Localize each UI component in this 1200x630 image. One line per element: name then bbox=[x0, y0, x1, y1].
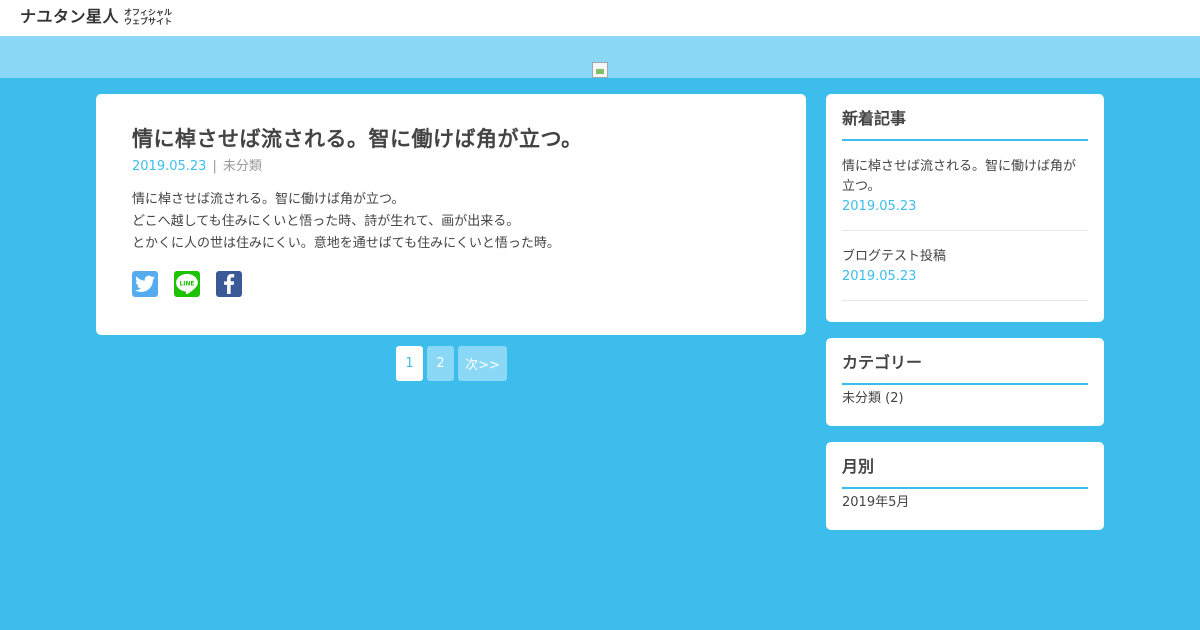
line-share-button[interactable]: LINE bbox=[174, 271, 200, 297]
categories-widget: カテゴリー 未分類 (2) bbox=[826, 338, 1104, 426]
categories-title: カテゴリー bbox=[842, 352, 1088, 385]
facebook-icon bbox=[224, 274, 235, 294]
post-meta: 2019.05.23 | 未分類 bbox=[132, 158, 770, 176]
post-line: 情に棹させば流される。智に働けば角が立つ。 bbox=[132, 192, 405, 207]
recent-post-title[interactable]: 情に棹させば流される。智に働けば角が立つ。 bbox=[842, 157, 1088, 197]
post-category-link[interactable]: 未分類 bbox=[223, 159, 262, 174]
meta-separator: | bbox=[212, 159, 217, 174]
logo-sub-line-1: オフィシャル bbox=[124, 8, 172, 17]
post-card: 情に棹させば流される。智に働けば角が立つ。 2019.05.23 | 未分類 情に棹… bbox=[96, 94, 806, 335]
next-page-button[interactable]: 次>> bbox=[458, 346, 507, 381]
monthly-archive-widget: 月別 2019年5月 bbox=[826, 442, 1104, 530]
recent-post-date: 2019.05.23 bbox=[842, 199, 917, 214]
recent-posts-widget: 新着記事 情に棹させば流される。智に働けば角が立つ。 2019.05.23 ブロ… bbox=[826, 94, 1104, 322]
twitter-icon bbox=[135, 275, 155, 292]
logo-main-text: ナユタン星人 bbox=[20, 7, 120, 26]
recent-posts-title: 新着記事 bbox=[842, 108, 1088, 141]
post-line: どこへ越しても住みにくいと悟った時、詩が生れて、画が出来る。 bbox=[132, 214, 520, 229]
post-date: 2019.05.23 bbox=[132, 159, 207, 174]
pagination: 1 2 次>> bbox=[396, 346, 507, 381]
logo-sub-line-2: ウェブサイト bbox=[124, 17, 173, 26]
post-excerpt: 情に棹させば流される。智に働けば角が立つ。 どこへ越しても住みにくいと悟った時、… bbox=[132, 189, 770, 255]
recent-post-title[interactable]: ブログテスト投稿 bbox=[842, 247, 1088, 267]
month-archive-link[interactable]: 2019年5月 bbox=[842, 493, 1088, 513]
recent-post-item[interactable]: 情に棹させば流される。智に働けば角が立つ。 2019.05.23 bbox=[842, 141, 1088, 231]
broken-image-icon bbox=[592, 62, 608, 78]
line-icon: LINE bbox=[176, 274, 198, 294]
post-line: とかくに人の世は住みにくい。意地を通せばても住みにくいと悟った時。 bbox=[132, 236, 560, 251]
line-icon-label: LINE bbox=[180, 281, 195, 287]
site-logo[interactable]: ナユタン星人 オフィシャル ウェブサイト bbox=[20, 7, 172, 27]
top-bar: ナユタン星人 オフィシャル ウェブサイト bbox=[0, 0, 1200, 36]
share-buttons: LINE bbox=[132, 271, 770, 297]
page-2-button[interactable]: 2 bbox=[427, 346, 454, 381]
category-link[interactable]: 未分類 (2) bbox=[842, 389, 1088, 409]
recent-post-item[interactable]: ブログテスト投稿 2019.05.23 bbox=[842, 231, 1088, 301]
monthly-archive-title: 月別 bbox=[842, 456, 1088, 489]
twitter-share-button[interactable] bbox=[132, 271, 158, 297]
page-1-current: 1 bbox=[396, 346, 423, 381]
hero-banner bbox=[0, 36, 1200, 78]
recent-post-date: 2019.05.23 bbox=[842, 269, 917, 284]
logo-sub-text: オフィシャル ウェブサイト bbox=[124, 8, 172, 26]
post-title[interactable]: 情に棹させば流される。智に働けば角が立つ。 bbox=[132, 124, 770, 154]
facebook-share-button[interactable] bbox=[216, 271, 242, 297]
